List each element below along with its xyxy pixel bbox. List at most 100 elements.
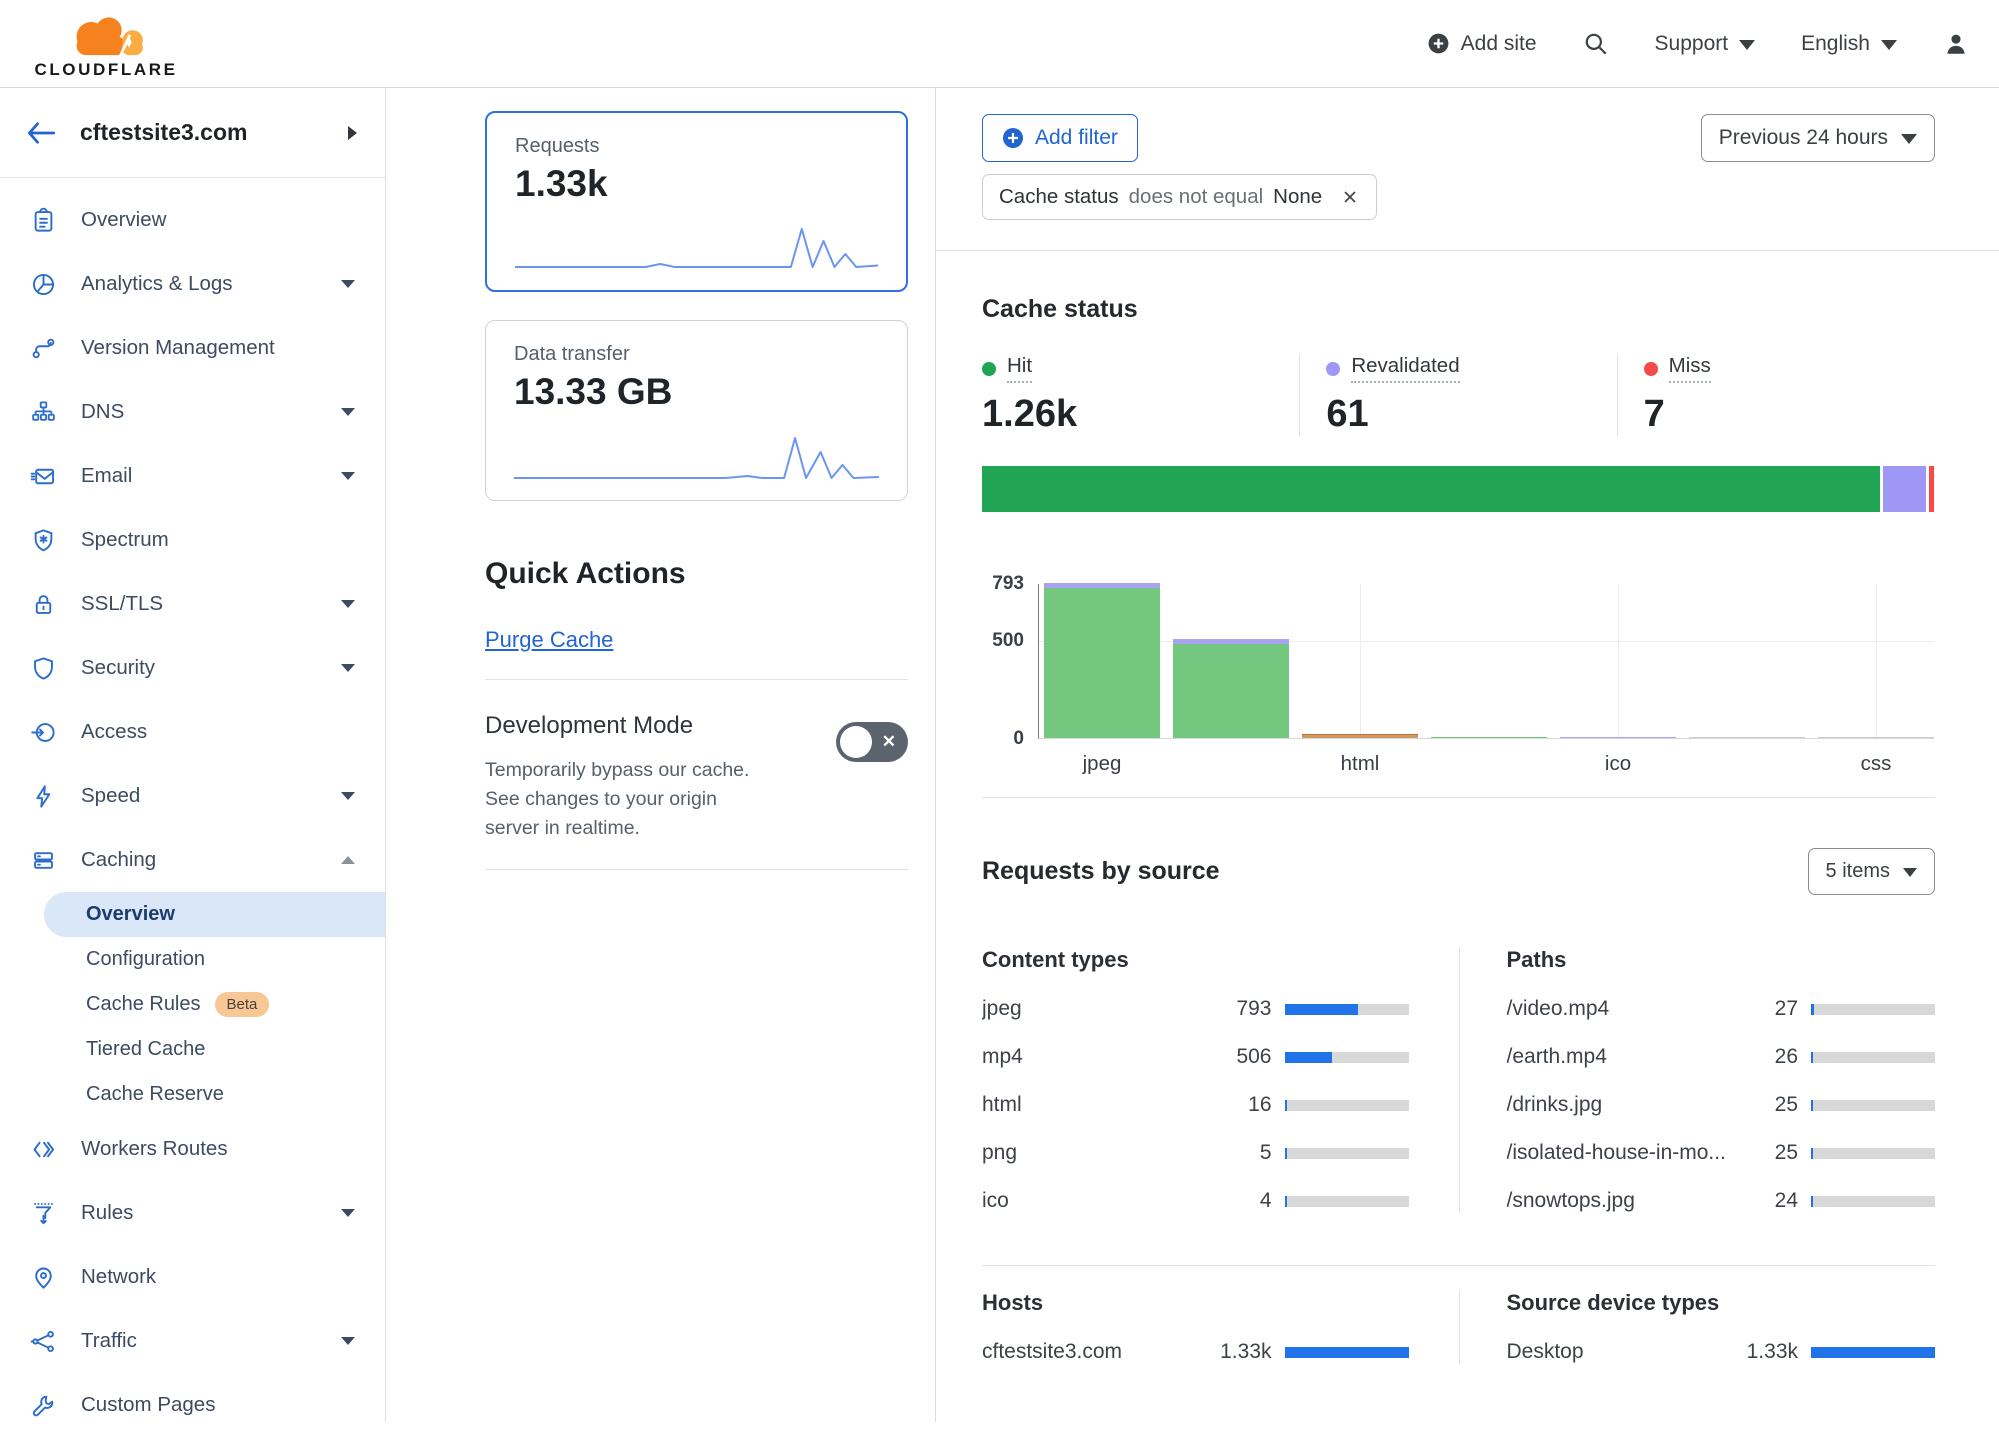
table-row[interactable]: /drinks.jpg 25	[1507, 1093, 1936, 1117]
cache-status-section: Cache status Hit 1.26k Revalidated 61	[936, 251, 1999, 798]
time-range-dropdown[interactable]: Previous 24 hours	[1701, 114, 1935, 162]
sidebar-item-version-management[interactable]: Version Management	[0, 316, 385, 380]
add-filter-button[interactable]: Add filter	[982, 114, 1138, 162]
table-row[interactable]: html 16	[982, 1093, 1409, 1117]
table-row[interactable]: ico 4	[982, 1189, 1409, 1213]
add-site-label: Add site	[1461, 32, 1537, 56]
server-stack-icon	[30, 847, 57, 874]
table-row[interactable]: /video.mp4 27	[1507, 997, 1936, 1021]
filter-chip[interactable]: Cache status does not equal None	[982, 174, 1377, 220]
search-button[interactable]	[1583, 31, 1609, 57]
paths-title: Paths	[1507, 947, 1936, 973]
sidebar-item-custom-pages[interactable]: Custom Pages	[0, 1373, 385, 1437]
stacked-column[interactable]	[1302, 734, 1418, 738]
sidebar-item-access[interactable]: Access	[0, 700, 385, 764]
close-icon[interactable]	[1340, 187, 1360, 207]
sidebar-item-workers-routes[interactable]: Workers Routes	[0, 1117, 385, 1181]
table-row[interactable]: png 5	[982, 1141, 1409, 1165]
top-bar: CLOUDFLARE Add site Support English	[0, 0, 1999, 88]
stacked-column[interactable]	[1818, 737, 1934, 739]
table-row[interactable]: Desktop 1.33k	[1507, 1340, 1936, 1364]
items-count-dropdown[interactable]: 5 items	[1808, 848, 1935, 895]
sidebar-item-rules[interactable]: Rules	[0, 1181, 385, 1245]
sidebar-item-dns[interactable]: DNS	[0, 380, 385, 444]
chevron-right-icon[interactable]	[348, 126, 357, 140]
table-row[interactable]: mp4 506	[982, 1045, 1409, 1069]
bar-slot	[1689, 584, 1805, 738]
cloudflare-cloud-icon	[60, 7, 152, 59]
chevron-down-icon	[1739, 40, 1755, 50]
stacked-column[interactable]	[1431, 737, 1547, 739]
support-menu[interactable]: Support	[1655, 32, 1756, 56]
table-row[interactable]: /isolated-house-in-mo... 25	[1507, 1141, 1936, 1165]
sidebar-subitem-cache-rules[interactable]: Cache Rules Beta	[0, 982, 385, 1027]
purge-cache-link[interactable]: Purge Cache	[485, 627, 613, 653]
cache-status-heading: Cache status	[982, 295, 1935, 324]
hit-value: 1.26k	[982, 393, 1299, 436]
items-count-label: 5 items	[1826, 860, 1890, 883]
stacked-column[interactable]	[1689, 737, 1805, 739]
sidebar-item-network[interactable]: Network	[0, 1245, 385, 1309]
sidebar-subitem-configuration[interactable]: Configuration	[0, 937, 385, 982]
sidebar-item-label: SSL/TLS	[81, 592, 317, 616]
bar-slot: ico	[1560, 584, 1676, 738]
cloudflare-logo[interactable]: CLOUDFLARE	[22, 7, 190, 80]
chevron-down-icon	[1903, 868, 1917, 877]
sidebar-item-label: Traffic	[81, 1329, 317, 1353]
sidebar-item-label: DNS	[81, 400, 317, 424]
sidebar-item-speed[interactable]: Speed	[0, 764, 385, 828]
sidebar-subitem-caching-overview[interactable]: Overview	[44, 892, 385, 937]
cache-status-bar-chart: 7935000 jpeghtmlicocss	[982, 584, 1934, 739]
chevron-down-icon	[1881, 40, 1897, 50]
sidebar-item-label: Workers Routes	[81, 1137, 355, 1161]
development-mode-title: Development Mode	[485, 712, 770, 740]
clipboard-icon	[30, 207, 57, 234]
add-filter-label: Add filter	[1035, 126, 1118, 150]
revalidated-label[interactable]: Revalidated	[1351, 354, 1459, 383]
hosts-table: Hosts cftestsite3.com 1.33k	[982, 1290, 1459, 1364]
sidebar-item-traffic[interactable]: Traffic	[0, 1309, 385, 1373]
hit-label[interactable]: Hit	[1007, 354, 1032, 383]
quick-actions-title: Quick Actions	[485, 557, 908, 591]
search-icon	[1583, 31, 1609, 57]
analytics-panel: Add filter Previous 24 hours Cache statu…	[935, 88, 1999, 1422]
sidebar-item-overview[interactable]: Overview	[0, 188, 385, 252]
sidebar-item-label: Analytics & Logs	[81, 272, 317, 296]
stacked-column[interactable]	[1560, 737, 1676, 739]
sidebar-subitem-cache-reserve[interactable]: Cache Reserve	[0, 1072, 385, 1117]
add-site-button[interactable]: Add site	[1427, 32, 1537, 56]
back-arrow-icon[interactable]	[26, 120, 56, 146]
bar-segment	[1689, 737, 1805, 739]
data-transfer-metric-card[interactable]: Data transfer 13.33 GB	[485, 320, 908, 501]
x-tick-label: jpeg	[1083, 752, 1122, 776]
progress-track	[1811, 1052, 1935, 1063]
progress-fill	[1285, 1052, 1332, 1063]
stacked-column[interactable]	[1044, 583, 1160, 738]
table-row[interactable]: cftestsite3.com 1.33k	[982, 1340, 1409, 1364]
language-label: English	[1801, 32, 1870, 56]
requests-metric-card[interactable]: Requests 1.33k	[485, 111, 908, 292]
sidebar-item-security[interactable]: Security	[0, 636, 385, 700]
sidebar-item-caching[interactable]: Caching	[0, 828, 385, 892]
table-row[interactable]: /snowtops.jpg 24	[1507, 1189, 1936, 1213]
table-row[interactable]: /earth.mp4 26	[1507, 1045, 1936, 1069]
sidebar-item-ssl-tls[interactable]: SSL/TLS	[0, 572, 385, 636]
stacked-column[interactable]	[1173, 639, 1289, 738]
sidebar-item-email[interactable]: Email	[0, 444, 385, 508]
table-row[interactable]: jpeg 793	[982, 997, 1409, 1021]
plus-circle-icon	[1002, 127, 1024, 149]
data-transfer-card-label: Data transfer	[514, 343, 879, 366]
sidebar-item-label: Rules	[81, 1201, 317, 1225]
language-menu[interactable]: English	[1801, 32, 1897, 56]
miss-label[interactable]: Miss	[1669, 354, 1711, 383]
progress-fill	[1811, 1196, 1813, 1207]
account-menu[interactable]	[1943, 31, 1969, 57]
plus-circle-icon	[1427, 32, 1450, 55]
y-tick-label: 793	[992, 573, 1024, 595]
chevron-down-icon	[341, 600, 355, 608]
chevron-down-icon	[341, 792, 355, 800]
development-mode-toggle[interactable]: ✕	[836, 722, 908, 762]
sidebar-item-analytics[interactable]: Analytics & Logs	[0, 252, 385, 316]
sidebar-subitem-tiered-cache[interactable]: Tiered Cache	[0, 1027, 385, 1072]
sidebar-item-spectrum[interactable]: Spectrum	[0, 508, 385, 572]
